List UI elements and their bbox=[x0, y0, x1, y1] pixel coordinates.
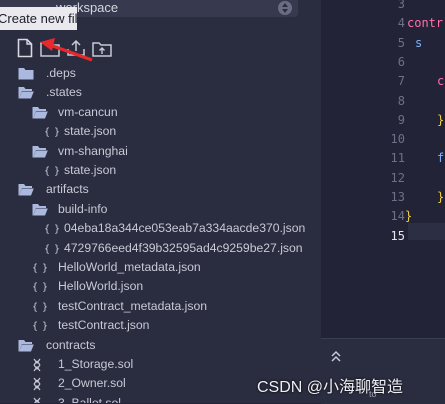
line-number: 8 bbox=[397, 93, 405, 108]
json-file-icon: { } bbox=[44, 243, 60, 255]
line-number: 9 bbox=[397, 112, 405, 127]
tree-item-label: state.json bbox=[64, 124, 117, 139]
tree-item-label: 1_Storage.sol bbox=[58, 357, 134, 371]
tree-item-label: 04eba18a344ce053eab7a334aacde370.json bbox=[64, 221, 306, 236]
code-line: contr bbox=[407, 16, 444, 31]
tree-item-label: vm-cancun bbox=[58, 104, 118, 119]
folder-open-icon bbox=[32, 106, 48, 120]
solidity-file-icon bbox=[32, 397, 48, 403]
folder-open-icon bbox=[32, 145, 48, 159]
editor-gutter: 3 4 5 6 7 8 9 10 11 12 13 14 15 bbox=[321, 0, 405, 243]
publish-to-gist-icon[interactable] bbox=[92, 38, 112, 58]
watermark: CSDN @小海聊智造 bbox=[257, 379, 404, 396]
tree-item-label: .deps bbox=[46, 66, 76, 80]
tree-file-item[interactable]: { } testContract.json bbox=[0, 316, 321, 335]
folder-icon bbox=[18, 67, 34, 81]
tree-folder-item[interactable]: vm-cancun bbox=[0, 103, 321, 122]
folder-open-icon bbox=[18, 86, 34, 100]
line-number: 14 bbox=[390, 209, 405, 224]
line-number: 4 bbox=[397, 16, 405, 31]
json-file-icon: { } bbox=[32, 321, 48, 333]
tree-item-label: contracts bbox=[46, 337, 96, 352]
tree-item-label: 3_Ballot.sol bbox=[58, 395, 122, 403]
json-file-icon: { } bbox=[32, 282, 48, 294]
tree-item-label: testContract.json bbox=[58, 318, 150, 333]
tree-folder-item[interactable]: .states bbox=[0, 83, 321, 102]
line-number: 11 bbox=[390, 151, 405, 166]
tree-folder-item[interactable]: build-info bbox=[0, 200, 321, 219]
tree-file-item[interactable]: { } state.json bbox=[0, 161, 321, 180]
folder-open-icon bbox=[18, 183, 34, 197]
tree-item-label: 2_Owner.sol bbox=[58, 376, 126, 391]
line-number: 12 bbox=[390, 170, 405, 185]
tree-item-label: .states bbox=[46, 85, 82, 100]
tree-file-item[interactable]: { } state.json bbox=[0, 122, 321, 141]
tree-item-label: state.json bbox=[64, 163, 117, 177]
line-number: 6 bbox=[397, 54, 405, 69]
code-line: f bbox=[437, 151, 445, 166]
tree-item-label: 4729766eed4f39b32595ad4c9259be27.json bbox=[64, 240, 303, 255]
chevrons-up-icon[interactable] bbox=[330, 350, 342, 362]
tree-file-item[interactable]: { } 04eba18a344ce053eab7a334aacde370.json bbox=[0, 219, 321, 238]
code-line: c bbox=[437, 74, 445, 89]
select-arrows-icon[interactable] bbox=[278, 1, 292, 15]
json-file-icon: { } bbox=[44, 166, 60, 177]
code-line: } bbox=[437, 190, 445, 204]
tree-folder-item[interactable]: vm-shanghai bbox=[0, 142, 321, 161]
tooltip: Create new file bbox=[0, 7, 77, 30]
tree-item-label: vm-shanghai bbox=[58, 143, 128, 158]
folder-open-icon bbox=[18, 339, 34, 353]
tree-file-item[interactable]: { } testContract_metadata.json bbox=[0, 297, 321, 316]
code-line: } bbox=[437, 112, 445, 127]
json-file-icon: { } bbox=[44, 127, 60, 139]
tree-item-label: HelloWorld_metadata.json bbox=[58, 260, 201, 274]
tree-file-item[interactable]: { } HelloWorld_metadata.json bbox=[0, 258, 321, 277]
tree-item-label: testContract_metadata.json bbox=[58, 298, 208, 313]
tree-item-label: build-info bbox=[58, 201, 108, 216]
tree-folder-item[interactable]: artifacts bbox=[0, 180, 321, 199]
folder-open-icon bbox=[32, 203, 48, 217]
new-file-icon[interactable] bbox=[17, 38, 37, 58]
json-file-icon: { } bbox=[32, 263, 48, 274]
tree-file-item[interactable]: { } HelloWorld.json bbox=[0, 277, 321, 296]
code-editor[interactable]: contr s c} f}} bbox=[405, 0, 445, 260]
code-line: s bbox=[415, 35, 423, 50]
solidity-file-icon bbox=[32, 377, 48, 391]
tree-file-item[interactable]: { } 4729766eed4f39b32595ad4c9259be27.json bbox=[0, 239, 321, 258]
solidity-file-icon bbox=[32, 358, 48, 372]
json-file-icon: { } bbox=[44, 224, 60, 236]
line-number: 7 bbox=[397, 74, 405, 89]
code-line: } bbox=[405, 209, 413, 224]
line-number: 15 bbox=[390, 228, 405, 243]
red-arrow-annotation bbox=[40, 38, 93, 62]
tree-file-item[interactable]: 1_Storage.sol bbox=[0, 355, 321, 374]
tree-folder-item[interactable]: .deps bbox=[0, 64, 321, 83]
tree-item-label: HelloWorld.json bbox=[58, 279, 144, 294]
line-number: 13 bbox=[390, 190, 405, 204]
line-number: 3 bbox=[397, 0, 405, 11]
line-number: 5 bbox=[397, 35, 405, 50]
tree-item-label: artifacts bbox=[46, 182, 89, 197]
tooltip-text: Create new file bbox=[0, 11, 77, 26]
json-file-icon: { } bbox=[32, 301, 48, 313]
tree-folder-item[interactable]: contracts bbox=[0, 336, 321, 355]
line-number: 10 bbox=[390, 132, 405, 147]
